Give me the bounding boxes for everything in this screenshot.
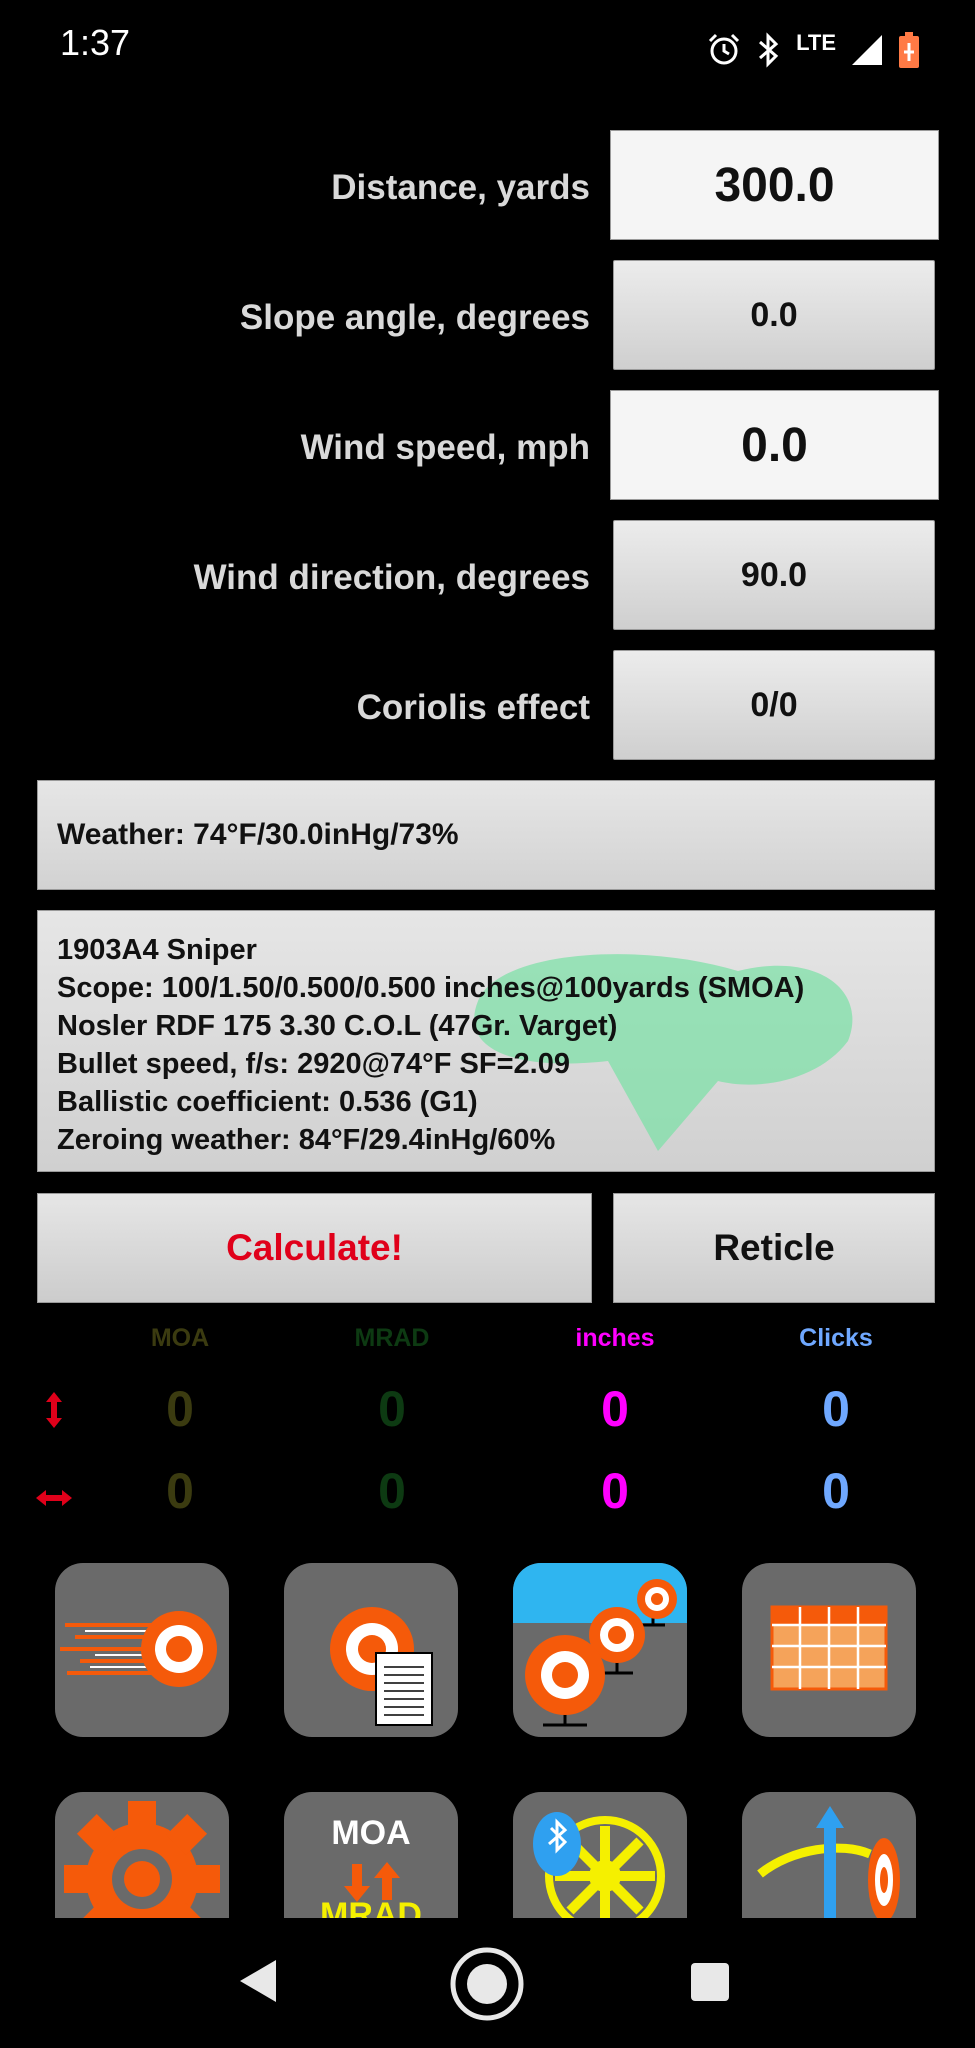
- profile-line: Scope: 100/1.50/0.500/0.500 inches@100ya…: [57, 972, 805, 1004]
- inches-column-header: inches: [575, 1324, 655, 1352]
- profile-line: Ballistic coefficient: 0.536 (G1): [57, 1086, 478, 1118]
- battery-charging-icon: [899, 32, 919, 68]
- wind-direction-label: Wind direction, degrees: [193, 558, 590, 597]
- kestrel-bluetooth-tile[interactable]: [513, 1792, 687, 1918]
- horizontal-mrad-value: 0: [378, 1463, 406, 1519]
- moa-column-header: MOA: [150, 1324, 210, 1352]
- multiple-targets-icon: [513, 1563, 687, 1727]
- speeding-target-icon: [60, 1611, 217, 1687]
- slope-angle-field[interactable]: 0.0: [613, 260, 935, 370]
- angle-target-icon: [757, 1806, 900, 1918]
- wind-speed-field[interactable]: 0.0: [610, 390, 939, 500]
- distance-field[interactable]: 300.0: [610, 130, 939, 240]
- vertical-mrad-value: 0: [378, 1381, 406, 1437]
- mrad-label: MRAD: [320, 1896, 422, 1918]
- profile-line: Nosler RDF 175 3.30 C.O.L (47Gr. Varget): [57, 1010, 618, 1042]
- profile-line: Bullet speed, f/s: 2920@74°F SF=2.09: [57, 1048, 570, 1080]
- tile-row-2: MOA MRAD: [0, 1792, 975, 1918]
- moa-label: MOA: [331, 1814, 411, 1852]
- horizontal-arrow-icon: [36, 1490, 72, 1506]
- multiple-targets-tile[interactable]: [513, 1563, 687, 1737]
- profile-line: Zeroing weather: 84°F/29.4inHg/60%: [57, 1124, 556, 1156]
- range-table-tile[interactable]: [742, 1563, 916, 1737]
- target-document-icon: [330, 1607, 433, 1726]
- horizontal-inches-value: 0: [601, 1463, 629, 1519]
- target-report-tile[interactable]: [284, 1563, 458, 1737]
- bluetooth-icon: [759, 32, 779, 68]
- wind-speed-label: Wind speed, mph: [300, 428, 590, 467]
- status-time: 1:37: [60, 22, 131, 63]
- vertical-moa-value: 0: [166, 1381, 194, 1437]
- vertical-clicks-value: 0: [822, 1381, 850, 1437]
- recents-icon[interactable]: [690, 1962, 730, 2002]
- vertical-inches-value: 0: [601, 1381, 629, 1437]
- calculate-button[interactable]: Calculate!: [37, 1193, 592, 1303]
- table-icon: [770, 1605, 888, 1691]
- trajectory-tile[interactable]: [55, 1563, 229, 1737]
- horizontal-clicks-value: 0: [822, 1463, 850, 1519]
- settings-tile[interactable]: [55, 1792, 229, 1918]
- clicks-column-header: Clicks: [799, 1324, 873, 1352]
- horizontal-moa-value: 0: [166, 1463, 194, 1519]
- wind-direction-field[interactable]: 90.0: [613, 520, 935, 630]
- mrad-column-header: MRAD: [354, 1324, 430, 1352]
- network-type: LTE: [796, 30, 836, 55]
- moa-mrad-converter-tile[interactable]: MOA MRAD: [284, 1792, 458, 1918]
- navigation-bar: [0, 1918, 975, 2048]
- alarm-icon: [709, 33, 740, 65]
- profile-line: 1903A4 Sniper: [57, 934, 257, 966]
- weather-button[interactable]: Weather: 74°F/30.0inHg/73%: [37, 780, 935, 890]
- wind-meter-icon: [533, 1812, 665, 1918]
- signal-icon: [852, 35, 882, 65]
- gear-icon: [64, 1801, 220, 1918]
- coriolis-label: Coriolis effect: [356, 688, 590, 727]
- status-icons: LTE: [706, 28, 920, 72]
- back-icon[interactable]: [238, 1958, 278, 2004]
- vertical-arrow-icon: [46, 1392, 62, 1428]
- angle-shooting-tile[interactable]: [742, 1792, 916, 1918]
- distance-label: Distance, yards: [331, 168, 590, 207]
- home-icon[interactable]: [449, 1946, 525, 2022]
- rifle-profile-button[interactable]: 1903A4 Sniper Scope: 100/1.50/0.500/0.50…: [37, 910, 935, 1172]
- slope-angle-label: Slope angle, degrees: [239, 298, 590, 337]
- reticle-button[interactable]: Reticle: [613, 1193, 935, 1303]
- coriolis-field[interactable]: 0/0: [613, 650, 935, 760]
